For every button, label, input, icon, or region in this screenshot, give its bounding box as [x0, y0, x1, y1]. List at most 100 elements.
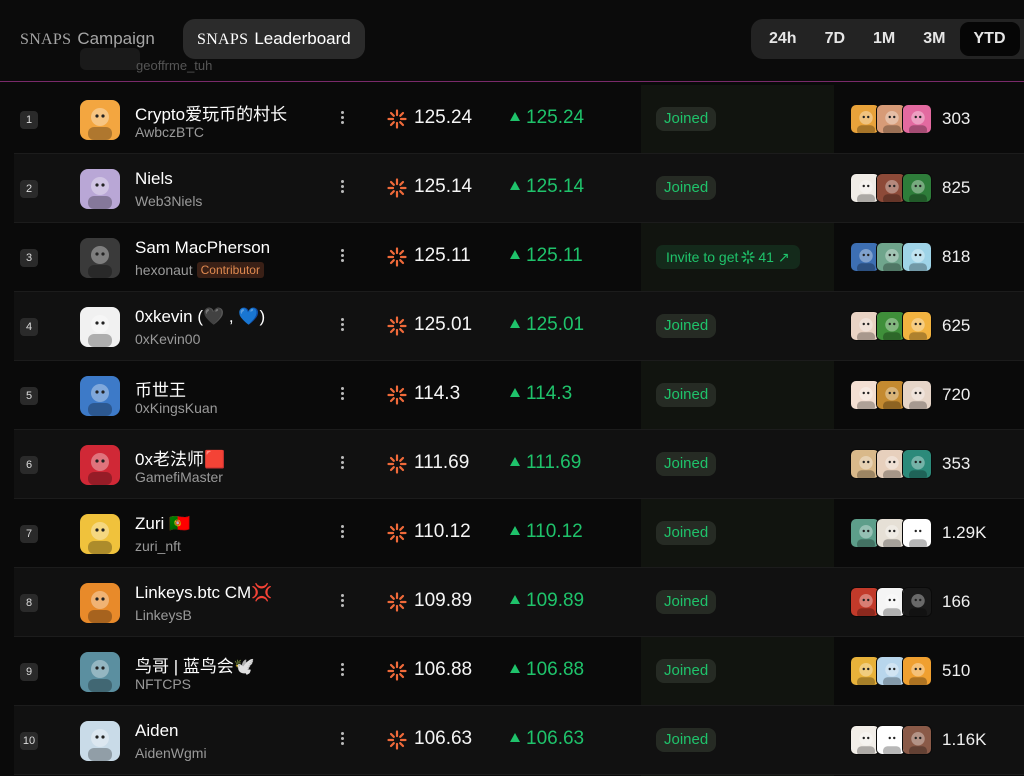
rank-number: 9	[20, 663, 38, 681]
follower-count: 1.29K	[942, 523, 987, 542]
display-name[interactable]: 0xkevin (🖤 , 💙)	[135, 307, 265, 327]
follower-avatar[interactable]	[902, 725, 932, 755]
display-name[interactable]: Niels	[135, 169, 173, 189]
rank-number: 8	[20, 594, 38, 612]
follower-count: 303	[942, 109, 971, 128]
follower-count: 825	[942, 178, 971, 197]
avatar[interactable]	[80, 652, 120, 692]
top-bar: geoffrme_tuh SNAPS Campaign SNAPS Leaderbo…	[0, 0, 1024, 82]
score-change-value: 114.3	[526, 383, 573, 404]
more-options-icon[interactable]	[336, 454, 348, 474]
more-options-icon[interactable]	[336, 178, 348, 198]
rank-number: 7	[20, 525, 38, 543]
snaps-icon	[387, 247, 407, 267]
table-row[interactable]: 1 Crypto爱玩币的村长 AwbczBTC 125.24 125.24 Jo…	[14, 85, 1024, 154]
username-line: NFTCPS	[135, 676, 191, 692]
avatar[interactable]	[80, 169, 120, 209]
avatar[interactable]	[80, 376, 120, 416]
score-change-value: 125.14	[526, 176, 585, 197]
more-options-icon[interactable]	[336, 316, 348, 336]
follower-avatar[interactable]	[902, 311, 932, 341]
mindshare-score: 109.89	[414, 590, 473, 611]
snaps-icon	[387, 730, 407, 750]
username-line: Web3Niels	[135, 193, 202, 209]
avatar[interactable]	[80, 514, 120, 554]
tab-campaign[interactable]: SNAPS Campaign	[6, 19, 169, 59]
range-option-7d[interactable]: 7D	[811, 22, 859, 56]
range-option-24h[interactable]: 24h	[755, 22, 811, 56]
range-option-ytd[interactable]: YTD	[959, 22, 1020, 56]
display-name[interactable]: Linkeys.btc CM💢	[135, 583, 272, 603]
range-option-1m[interactable]: 1M	[859, 22, 909, 56]
avatar[interactable]	[80, 583, 120, 623]
username-line: GamefiMaster	[135, 469, 223, 485]
score-change-value: 125.11	[526, 245, 583, 266]
follower-avatar[interactable]	[902, 587, 932, 617]
table-row[interactable]: 4 0xkevin (🖤 , 💙) 0xKevin00 125.01 125.0…	[14, 292, 1024, 361]
more-options-icon[interactable]	[336, 661, 348, 681]
score-change: 110.12	[510, 521, 583, 543]
display-name[interactable]: Zuri 🇵🇹	[135, 514, 190, 534]
invite-button[interactable]: Invite to get 41 ↗	[656, 245, 800, 269]
display-name[interactable]: Aiden	[135, 721, 178, 741]
up-arrow-icon	[510, 319, 520, 328]
table-row[interactable]: 2 Niels Web3Niels 125.14 125.14 Joined 8…	[14, 154, 1024, 223]
follower-avatar[interactable]	[902, 173, 932, 203]
table-row[interactable]: 6 0x老法师🟥 GamefiMaster 111.69 111.69 Join…	[14, 430, 1024, 499]
score-change-value: 111.69	[526, 452, 582, 473]
status-badge: Joined	[656, 314, 717, 338]
mindshare-score: 110.12	[414, 521, 471, 542]
follower-avatar[interactable]	[902, 449, 932, 479]
more-options-icon[interactable]	[336, 523, 348, 543]
table-row[interactable]: 5 币世王 0xKingsKuan 114.3 114.3 Joined 720	[14, 361, 1024, 430]
avatar[interactable]	[80, 238, 120, 278]
table-row[interactable]: 8 Linkeys.btc CM💢 LinkeysB 109.89 109.89…	[14, 568, 1024, 637]
follower-avatars	[850, 587, 932, 617]
status-badge: Joined	[656, 383, 717, 407]
more-options-icon[interactable]	[336, 109, 348, 129]
display-name[interactable]: Crypto爱玩币的村长	[135, 100, 287, 125]
more-options-icon[interactable]	[336, 385, 348, 405]
more-options-icon[interactable]	[336, 592, 348, 612]
display-name[interactable]: 0x老法师🟥	[135, 445, 225, 470]
follower-avatars	[850, 449, 932, 479]
username-line: 0xKingsKuan	[135, 400, 218, 416]
up-arrow-icon	[510, 457, 520, 466]
username-line: hexonaut Contributor	[135, 262, 264, 278]
contributor-badge: Contributor	[196, 262, 264, 278]
follower-avatar[interactable]	[902, 656, 932, 686]
table-row[interactable]: 10 Aiden AidenWgmi 106.63 106.63 Joined …	[14, 706, 1024, 775]
snaps-icon	[387, 523, 407, 543]
follower-avatar[interactable]	[902, 104, 932, 134]
mindshare-score: 106.88	[414, 659, 473, 680]
follower-count: 510	[942, 661, 971, 680]
follower-avatar[interactable]	[902, 380, 932, 410]
avatar[interactable]	[80, 445, 120, 485]
display-name[interactable]: Sam MacPherson	[135, 238, 270, 258]
score-change: 106.63	[510, 728, 584, 750]
table-row[interactable]: 7 Zuri 🇵🇹 zuri_nft 110.12 110.12 Joined …	[14, 499, 1024, 568]
mindshare-score: 114.3	[414, 383, 461, 404]
table-row[interactable]: 3 Sam MacPherson hexonaut Contributor 125…	[14, 223, 1024, 292]
score-change: 125.11	[510, 245, 583, 267]
avatar[interactable]	[80, 721, 120, 761]
time-range-selector: 24h 7D 1M 3M YTD	[751, 19, 1024, 59]
display-name[interactable]: 币世王	[135, 376, 186, 401]
follower-avatar[interactable]	[902, 518, 932, 548]
username-line: 0xKevin00	[135, 331, 200, 347]
follower-avatar[interactable]	[902, 242, 932, 272]
display-name[interactable]: 鸟哥 | 蓝鸟会🕊️	[135, 652, 255, 677]
range-option-3m[interactable]: 3M	[909, 22, 959, 56]
status-badge: Joined	[656, 176, 717, 200]
avatar[interactable]	[80, 307, 120, 347]
status-badge: Joined	[656, 659, 717, 683]
follower-avatars	[850, 725, 932, 755]
snaps-icon	[387, 178, 407, 198]
table-row[interactable]: 9 鸟哥 | 蓝鸟会🕊️ NFTCPS 106.88 106.88 Joined…	[14, 637, 1024, 706]
avatar[interactable]	[80, 100, 120, 140]
username: AwbczBTC	[135, 124, 204, 140]
more-options-icon[interactable]	[336, 247, 348, 267]
tab-leaderboard[interactable]: SNAPS Leaderboard	[183, 19, 365, 59]
more-options-icon[interactable]	[336, 730, 348, 750]
score-change-value: 106.88	[526, 659, 585, 680]
